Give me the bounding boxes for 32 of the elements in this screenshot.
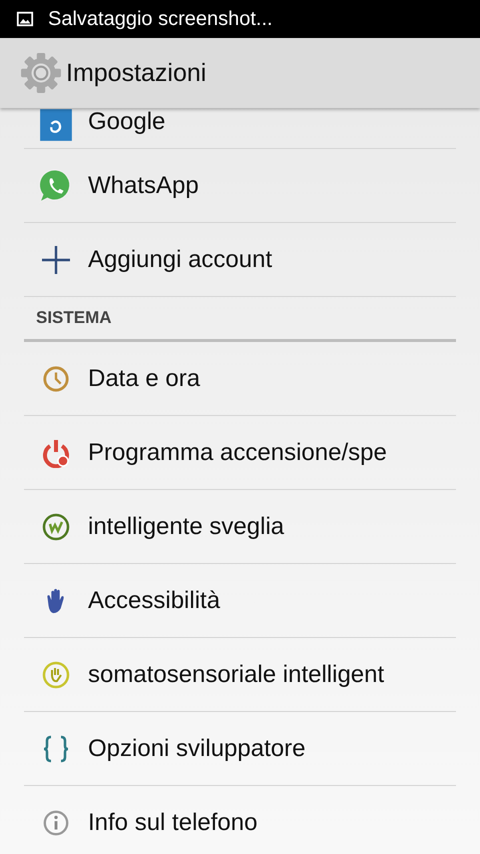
item-label: Programma accensione/spe <box>88 438 387 466</box>
item-label: Accessibilità <box>88 586 220 614</box>
wave-circle-icon <box>41 512 71 542</box>
item-label: Aggiungi account <box>88 246 272 274</box>
info-icon <box>42 808 70 836</box>
settings-item[interactable]: Programma accensione/spe <box>24 416 456 490</box>
item-label: Google <box>88 108 166 136</box>
screen-title: Impostazioni <box>66 58 206 88</box>
section-header: SISTEMA <box>24 296 456 342</box>
item-label: intelligente sveglia <box>88 512 284 540</box>
power-icon <box>41 438 71 468</box>
plus-icon <box>41 244 71 274</box>
hand-circle-icon <box>41 660 71 690</box>
braces-icon <box>41 734 71 764</box>
item-label: Data e ora <box>88 364 200 392</box>
image-icon <box>16 10 34 28</box>
settings-item[interactable]: Data e ora <box>24 342 456 416</box>
settings-item[interactable]: WhatsApp <box>24 149 456 223</box>
item-label: somatosensoriale intelligent <box>88 660 384 688</box>
settings-item[interactable]: Info sul telefono <box>24 786 456 854</box>
clock-icon <box>42 364 70 392</box>
settings-item[interactable]: Accessibilità <box>24 564 456 638</box>
notification-text: Salvataggio screenshot... <box>48 8 273 30</box>
settings-item[interactable]: intelligente sveglia <box>24 490 456 564</box>
item-label: Info sul telefono <box>88 808 258 836</box>
item-label: Opzioni sviluppatore <box>88 734 306 762</box>
settings-item[interactable]: Aggiungi account <box>24 223 456 297</box>
settings-item[interactable]: somatosensoriale intelligent <box>24 638 456 712</box>
settings-item[interactable]: Google <box>24 108 456 149</box>
gear-icon[interactable] <box>20 52 62 94</box>
item-label: WhatsApp <box>88 172 199 200</box>
settings-item[interactable]: Opzioni sviluppatore <box>24 712 456 786</box>
